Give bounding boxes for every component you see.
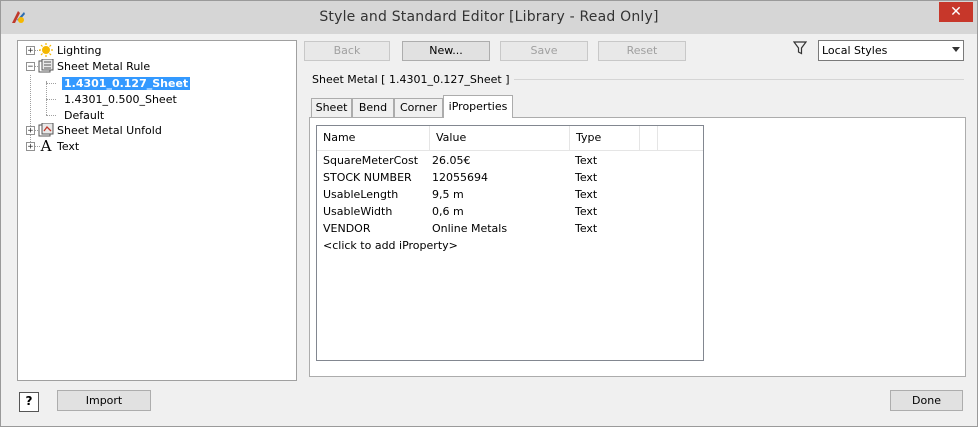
tree-item-label: 1.4301_0.500_Sheet [64, 92, 177, 106]
group-divider [495, 79, 964, 80]
style-editor-window: Style and Standard Editor [Library - Rea… [0, 0, 978, 427]
tree-item-sheet-metal-unfold[interactable]: + Sheet Metal Unfold [26, 122, 162, 138]
grid-header: Name Value Type [317, 126, 703, 151]
tree-item-label: Text [57, 139, 80, 153]
help-button[interactable]: ? [19, 392, 39, 412]
close-button[interactable]: ✕ [939, 2, 973, 22]
style-filter-dropdown[interactable]: Local Styles [818, 40, 964, 61]
tree-item-label: 1.4301_0.127_Sheet [60, 75, 192, 91]
add-iproperty-label[interactable]: <click to add iProperty> [317, 237, 458, 254]
tree-item-label: Sheet Metal Unfold [57, 123, 162, 137]
new-button[interactable]: New... [402, 41, 490, 61]
close-icon: ✕ [950, 4, 962, 20]
tree-item-label: Default [64, 108, 105, 122]
import-button[interactable]: Import [57, 390, 151, 411]
window-title: Style and Standard Editor [Library - Rea… [319, 9, 659, 25]
cell-type[interactable]: Text [569, 186, 597, 203]
style-group-title: Sheet Metal [ 1.4301_0.127_Sheet ] [312, 73, 514, 86]
cell-name[interactable]: UsableLength [317, 186, 398, 203]
tab-iproperties[interactable]: iProperties [443, 95, 513, 118]
cell-value[interactable]: Online Metals [426, 220, 507, 237]
iproperties-panel: Name Value Type SquareMeterCost 26.05€ T… [309, 117, 966, 377]
tree-item-label: Lighting [57, 43, 102, 57]
iproperties-grid[interactable]: Name Value Type SquareMeterCost 26.05€ T… [316, 125, 704, 361]
title-bar: Style and Standard Editor [Library - Rea… [1, 1, 977, 34]
tree-item-default[interactable]: Default [64, 107, 104, 123]
reset-button[interactable]: Reset [598, 41, 686, 61]
tree-item-1-4301-0-500-sheet[interactable]: 1.4301_0.500_Sheet [64, 91, 177, 107]
tree-item-1-4301-0-127-sheet[interactable]: 1.4301_0.127_Sheet [60, 75, 192, 91]
cell-value[interactable]: 9,5 m [426, 186, 464, 203]
tab-sheet[interactable]: Sheet [311, 98, 352, 117]
style-filter-value: Local Styles [822, 44, 888, 57]
expand-icon[interactable]: + [26, 125, 35, 135]
expand-icon[interactable]: + [26, 141, 35, 151]
back-button[interactable]: Back [304, 41, 390, 61]
column-header-name[interactable]: Name [317, 126, 430, 150]
column-header-extra [640, 126, 658, 150]
text-style-icon: A [40, 137, 52, 155]
cell-type[interactable]: Text [569, 203, 597, 220]
add-iproperty-row[interactable]: <click to add iProperty> [317, 237, 703, 254]
table-row[interactable]: STOCK NUMBER 12055694 Text [317, 169, 703, 186]
cell-type[interactable]: Text [569, 220, 597, 237]
tree-item-label: Sheet Metal Rule [57, 59, 151, 73]
cell-value[interactable]: 26.05€ [426, 152, 471, 169]
cell-name[interactable]: SquareMeterCost [317, 152, 418, 169]
cell-name[interactable]: VENDOR [317, 220, 370, 237]
style-tree[interactable]: + Lighting − Sheet Metal Rule 1.4301_0.1… [17, 40, 297, 381]
table-row[interactable]: SquareMeterCost 26.05€ Text [317, 152, 703, 169]
tree-item-text[interactable]: + A Text [26, 138, 79, 154]
help-icon: ? [25, 394, 33, 408]
sheet-metal-unfold-icon [38, 123, 54, 137]
done-button[interactable]: Done [890, 390, 963, 411]
tab-bend[interactable]: Bend [352, 98, 394, 117]
cell-value[interactable]: 12055694 [426, 169, 488, 186]
sheet-metal-rule-icon [38, 59, 54, 73]
table-row[interactable]: UsableLength 9,5 m Text [317, 186, 703, 203]
expand-icon[interactable]: + [26, 45, 35, 55]
tree-item-sheet-metal-rule[interactable]: − Sheet Metal Rule [26, 58, 150, 74]
column-header-value[interactable]: Value [430, 126, 570, 150]
table-row[interactable]: VENDOR Online Metals Text [317, 220, 703, 237]
chevron-down-icon [952, 47, 960, 52]
cell-name[interactable]: UsableWidth [317, 203, 392, 220]
filter-icon[interactable] [793, 41, 807, 55]
collapse-icon[interactable]: − [26, 61, 35, 71]
cell-value[interactable]: 0,6 m [426, 203, 464, 220]
table-row[interactable]: UsableWidth 0,6 m Text [317, 203, 703, 220]
tree-item-lighting[interactable]: + Lighting [26, 42, 101, 58]
save-button[interactable]: Save [500, 41, 588, 61]
cell-type[interactable]: Text [569, 152, 597, 169]
tab-corner[interactable]: Corner [394, 98, 443, 117]
lighting-icon [39, 43, 53, 57]
dialog-body: + Lighting − Sheet Metal Rule 1.4301_0.1… [9, 34, 969, 420]
cell-type[interactable]: Text [569, 169, 597, 186]
column-header-type[interactable]: Type [570, 126, 640, 150]
cell-name[interactable]: STOCK NUMBER [317, 169, 412, 186]
